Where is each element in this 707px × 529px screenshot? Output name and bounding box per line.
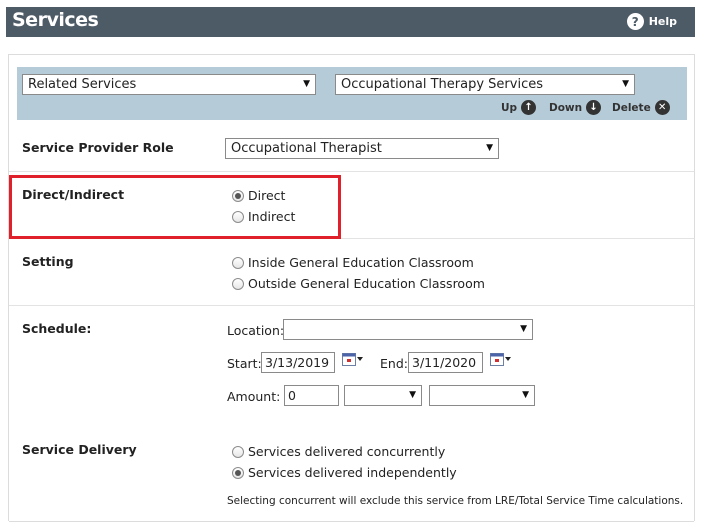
location-label: Location:	[227, 323, 285, 338]
provider-role-row: Service Provider Role Occupational Thera…	[9, 126, 694, 172]
chevron-down-icon: ▼	[622, 79, 629, 89]
direct-radio[interactable]	[232, 189, 244, 202]
chevron-down-icon: ▼	[520, 324, 527, 334]
move-up-button[interactable]: Up ↑	[501, 100, 537, 115]
provider-role-select[interactable]: Occupational Therapist ▼	[225, 138, 499, 159]
setting-label: Setting	[22, 254, 74, 269]
help-button[interactable]: ? Help	[626, 13, 677, 30]
service-type-select[interactable]: Occupational Therapy Services ▼	[335, 74, 635, 95]
inside-classroom-label: Inside General Education Classroom	[248, 255, 474, 270]
service-delivery-note: Selecting concurrent will exclude this s…	[227, 495, 684, 507]
schedule-label: Schedule:	[22, 321, 92, 336]
chevron-down-icon: ▼	[522, 390, 529, 400]
services-panel: Related Services ▼ Occupational Therapy …	[8, 54, 695, 522]
start-date-input[interactable]: 3/13/2019	[261, 352, 335, 373]
end-date-input[interactable]: 3/11/2020	[408, 352, 483, 373]
direct-indirect-row: Direct/Indirect Direct Indirect	[9, 172, 694, 239]
outside-classroom-radio[interactable]	[232, 277, 244, 290]
location-select[interactable]: ▼	[283, 319, 533, 340]
chevron-down-icon: ▼	[303, 79, 310, 89]
amount-label: Amount:	[227, 389, 281, 404]
outside-classroom-option[interactable]: Outside General Education Classroom	[232, 276, 485, 291]
concurrent-option-label: Services delivered concurrently	[248, 444, 446, 459]
indirect-radio[interactable]	[232, 210, 244, 223]
provider-role-label: Service Provider Role	[22, 140, 174, 155]
arrow-down-icon: ↓	[586, 100, 602, 115]
close-icon: ✕	[654, 100, 670, 115]
move-down-label: Down	[549, 101, 583, 114]
independent-option[interactable]: Services delivered independently	[232, 465, 457, 480]
service-category-value: Related Services	[28, 77, 137, 92]
delete-label: Delete	[612, 101, 651, 114]
provider-role-value: Occupational Therapist	[231, 141, 382, 156]
amount-unit-select[interactable]: ▼	[344, 385, 422, 406]
service-delivery-label: Service Delivery	[22, 442, 137, 457]
direct-indirect-label: Direct/Indirect	[22, 187, 125, 202]
amount-input[interactable]: 0	[284, 385, 339, 406]
help-label: Help	[648, 15, 677, 28]
amount-frequency-select[interactable]: ▼	[429, 385, 535, 406]
end-calendar-icon[interactable]	[490, 353, 512, 368]
delete-button[interactable]: Delete ✕	[612, 100, 670, 115]
inside-classroom-option[interactable]: Inside General Education Classroom	[232, 255, 474, 270]
independent-option-label: Services delivered independently	[248, 465, 457, 480]
move-down-button[interactable]: Down ↓	[549, 100, 602, 115]
start-label: Start:	[227, 356, 262, 371]
indirect-option-label: Indirect	[248, 209, 296, 224]
direct-option-label: Direct	[248, 188, 286, 203]
outside-classroom-label: Outside General Education Classroom	[248, 276, 485, 291]
chevron-down-icon: ▼	[409, 390, 416, 400]
concurrent-radio[interactable]	[232, 445, 244, 458]
end-label: End:	[380, 356, 408, 371]
chevron-down-icon: ▼	[486, 143, 493, 153]
independent-radio[interactable]	[232, 466, 244, 479]
page-header: Services ? Help	[6, 7, 695, 37]
page-title: Services	[12, 9, 99, 31]
service-toolbar: Related Services ▼ Occupational Therapy …	[17, 67, 687, 120]
start-calendar-icon[interactable]	[342, 353, 364, 368]
concurrent-option[interactable]: Services delivered concurrently	[232, 444, 445, 459]
setting-row: Setting Inside General Education Classro…	[9, 239, 694, 306]
move-up-label: Up	[501, 101, 518, 114]
service-type-value: Occupational Therapy Services	[341, 77, 543, 92]
direct-option[interactable]: Direct	[232, 188, 285, 203]
service-delivery-row: Service Delivery Services delivered conc…	[9, 429, 694, 522]
arrow-up-icon: ↑	[521, 100, 537, 115]
service-category-select[interactable]: Related Services ▼	[22, 74, 316, 95]
indirect-option[interactable]: Indirect	[232, 209, 295, 224]
inside-classroom-radio[interactable]	[232, 256, 244, 269]
question-icon: ?	[626, 13, 644, 30]
schedule-row: Schedule: Location: ▼ Start: 3/13/2019 E…	[9, 306, 694, 429]
